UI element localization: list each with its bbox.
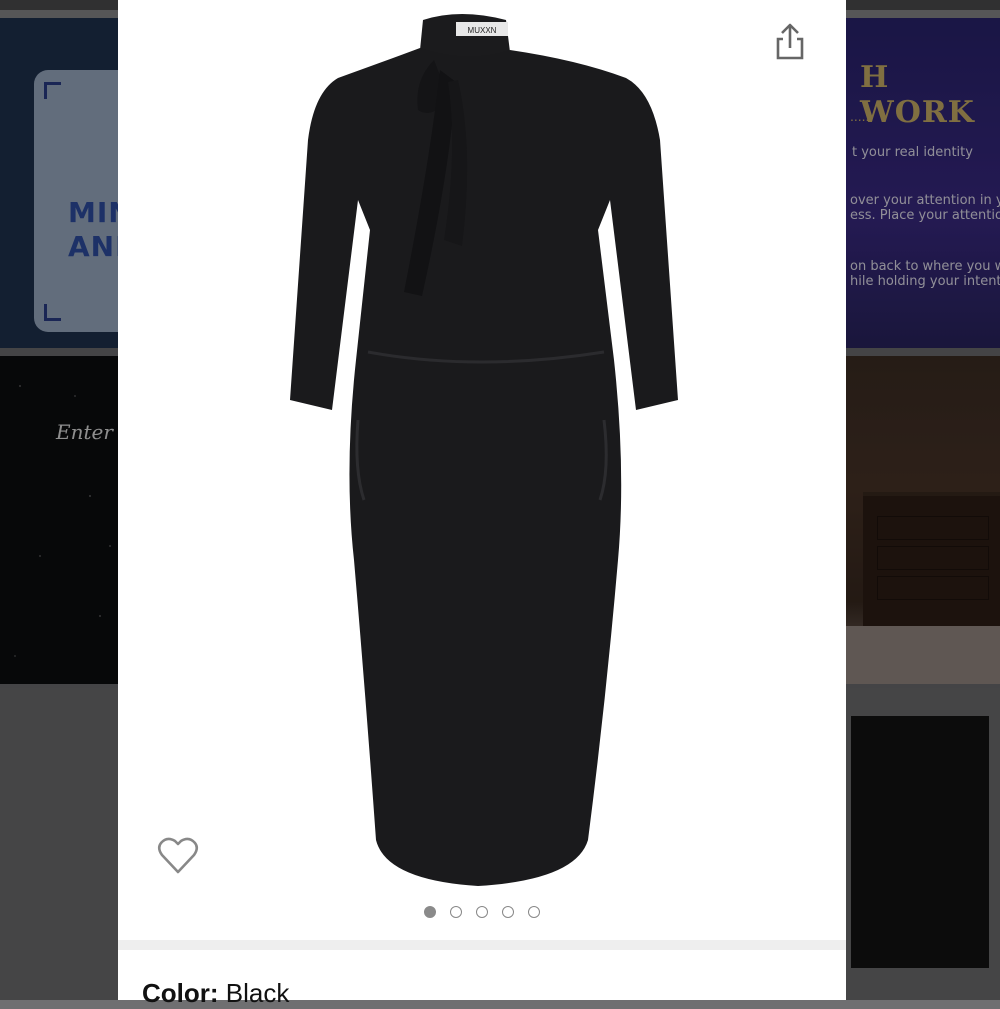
drawer xyxy=(877,576,989,600)
tile-heading: MIN AND xyxy=(68,196,120,264)
meditation-dots: ...... xyxy=(850,108,874,124)
drawer xyxy=(877,546,989,570)
brand-tag-text: MUXXN xyxy=(468,26,497,35)
drawer xyxy=(877,516,989,540)
corner-mark-top xyxy=(44,82,61,99)
carousel-dot[interactable] xyxy=(450,906,462,918)
starfield xyxy=(0,356,120,684)
floor xyxy=(845,626,1000,684)
feed-tile-mindfulness[interactable]: MIN AND xyxy=(0,18,120,348)
carousel-dot[interactable] xyxy=(502,906,514,918)
heart-icon xyxy=(157,837,199,874)
feed-tile-dark[interactable] xyxy=(845,688,1000,1000)
feed-tile-room-photo[interactable] xyxy=(845,356,1000,684)
dark-panel xyxy=(851,716,989,968)
carousel-dot[interactable] xyxy=(476,906,488,918)
share-button[interactable] xyxy=(768,20,812,64)
carousel-dot[interactable] xyxy=(528,906,540,918)
favorite-button[interactable] xyxy=(156,834,200,876)
carousel-indicator xyxy=(118,906,846,926)
meditation-line-3: ess. Place your attention xyxy=(850,208,1000,223)
feed-tile-stars[interactable] xyxy=(0,356,120,684)
carousel-dot[interactable] xyxy=(424,906,436,918)
product-image[interactable]: MUXXN xyxy=(118,0,846,940)
meditation-line-4: on back to where you we xyxy=(850,259,1000,274)
corner-mark-bottom xyxy=(44,304,61,321)
color-value: Black xyxy=(225,978,290,1008)
tile-heading-line-2: AND xyxy=(68,230,120,263)
feed-tile-empty-left[interactable] xyxy=(0,688,120,1000)
meditation-line-2: over your attention in yo xyxy=(850,193,1000,208)
color-selection: Color: Black xyxy=(142,978,289,1009)
section-divider xyxy=(118,940,846,950)
tile-heading-line-1: MIN xyxy=(68,196,120,229)
share-icon xyxy=(776,23,804,60)
meditation-line-1: t your real identity xyxy=(852,145,973,160)
meditation-title: H WORK xyxy=(860,60,975,130)
meditation-line-5: hile holding your intentio xyxy=(850,274,1000,289)
color-label: Color: xyxy=(142,978,219,1008)
dress-illustration: MUXXN xyxy=(290,14,678,886)
product-quick-view: MUXXN Color: Black xyxy=(118,0,846,1008)
